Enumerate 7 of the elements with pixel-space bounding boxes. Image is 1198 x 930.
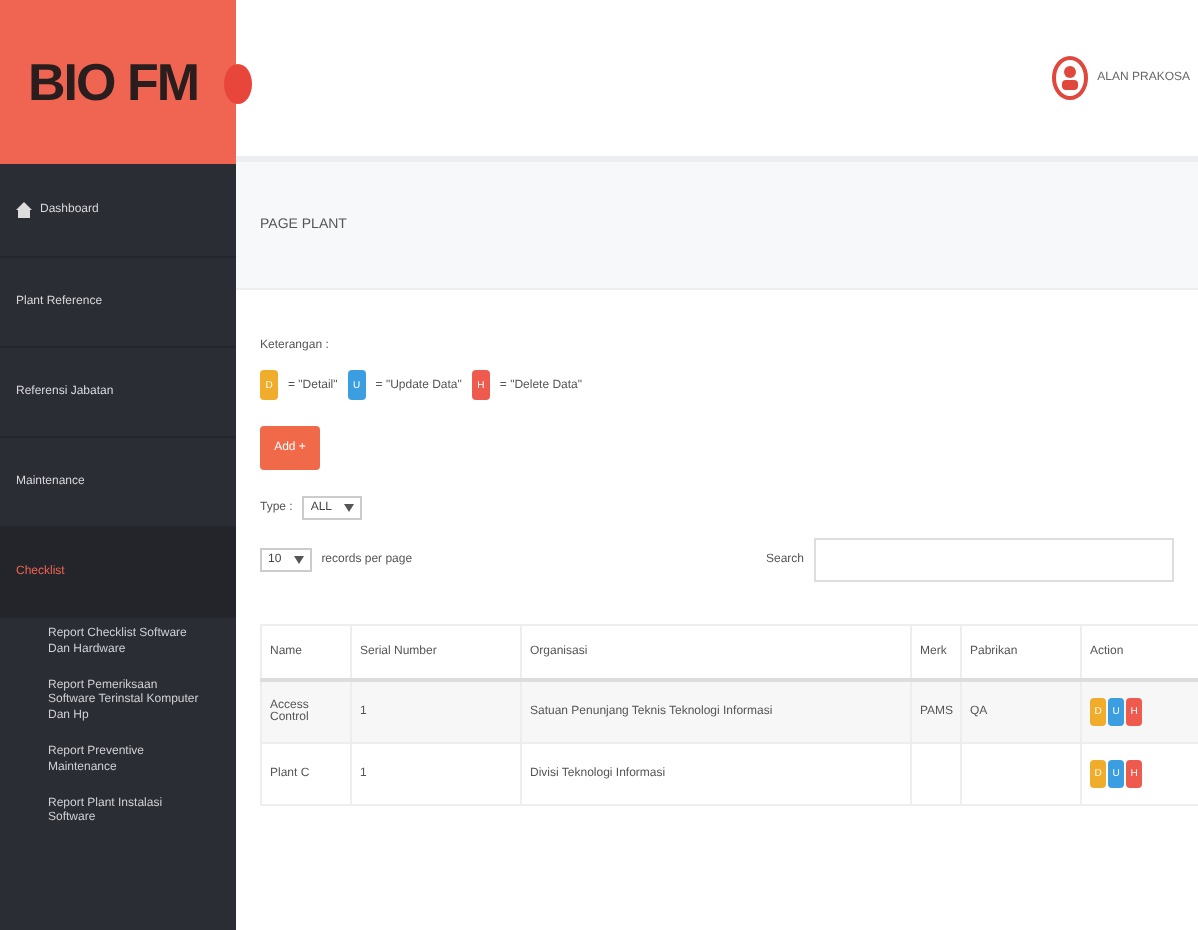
logo: BIO FM [28, 51, 198, 113]
caret-icon [344, 504, 355, 512]
home-icon [16, 202, 32, 218]
sidebar-toggle[interactable] [224, 64, 252, 104]
search-field[interactable] [814, 538, 1174, 582]
caret-icon [293, 556, 304, 564]
user-icon [1051, 56, 1088, 100]
